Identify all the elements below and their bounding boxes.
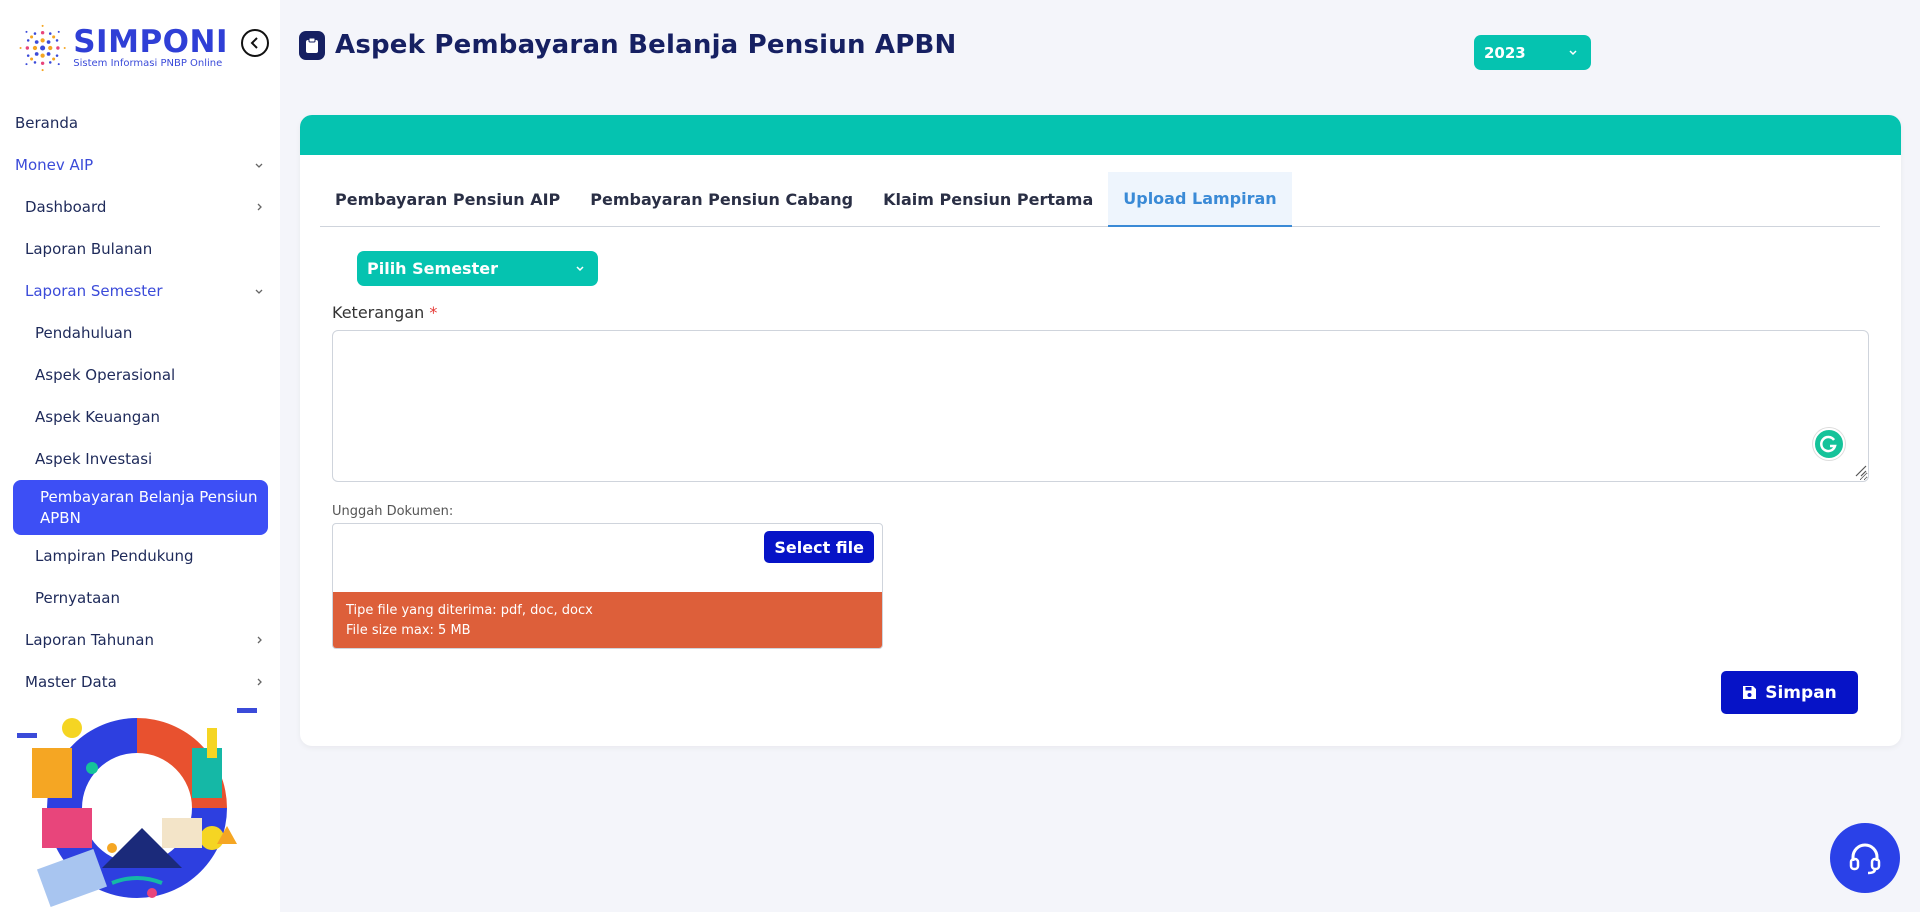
chevron-down-icon: [576, 266, 584, 272]
clipboard-icon: [299, 30, 325, 60]
chevron-down-icon: [255, 289, 263, 294]
floppy-disk-icon: [1743, 686, 1757, 699]
upload-label: Unggah Dokumen:: [332, 504, 454, 519]
tab-label: Pembayaran Pensiun Cabang: [590, 190, 854, 209]
sidebar-item-pernyataan[interactable]: Pernyataan: [0, 577, 280, 619]
help-support-button[interactable]: [1830, 823, 1900, 893]
tab-bar: Pembayaran Pensiun AIP Pembayaran Pensiu…: [320, 172, 1880, 227]
sidebar-item-lampiran-pendukung[interactable]: Lampiran Pendukung: [0, 535, 280, 577]
tab-label: Upload Lampiran: [1123, 189, 1277, 208]
file-size-text: File size max: 5 MB: [346, 623, 471, 638]
sidebar-collapse-button[interactable]: [241, 29, 269, 57]
upload-info-panel: Tipe file yang diterima: pdf, doc, docx …: [333, 592, 882, 648]
sidebar-item-laporan-semester[interactable]: Laporan Semester: [0, 270, 280, 312]
sidebar-item-label: Aspek Investasi: [35, 450, 153, 468]
semester-select[interactable]: Pilih Semester: [357, 251, 598, 286]
save-button-label: Simpan: [1765, 682, 1837, 703]
tab-label: Klaim Pensiun Pertama: [883, 190, 1094, 209]
chevron-right-icon: [257, 636, 262, 644]
keterangan-label: Keterangan *: [332, 303, 437, 322]
chevron-right-icon: [257, 203, 262, 211]
page-title: Aspek Pembayaran Belanja Pensiun APBN: [335, 30, 957, 60]
file-types-text: Tipe file yang diterima: pdf, doc, docx: [346, 603, 593, 618]
sidebar-item-label: Laporan Bulanan: [25, 240, 153, 258]
chevron-right-icon: [257, 678, 262, 686]
chevron-left-icon: [250, 37, 258, 49]
sidebar-nav: Beranda Monev AIP Dashboard Laporan Bula…: [0, 102, 280, 703]
sidebar-item-label: Laporan Semester: [25, 282, 163, 300]
page-header: Aspek Pembayaran Belanja Pensiun APBN: [299, 30, 957, 60]
sidebar-item-label: Aspek Keuangan: [35, 408, 161, 426]
sidebar-item-laporan-tahunan[interactable]: Laporan Tahunan: [0, 619, 280, 661]
tab-klaim-pensiun-pertama[interactable]: Klaim Pensiun Pertama: [868, 172, 1108, 227]
sidebar-item-label: Laporan Tahunan: [25, 631, 154, 649]
sidebar-item-label: Lampiran Pendukung: [35, 547, 194, 565]
file-upload-dropzone[interactable]: Select file Tipe file yang diterima: pdf…: [332, 523, 883, 649]
sidebar-item-label: Beranda: [15, 114, 79, 132]
sidebar-item-master-data[interactable]: Master Data: [0, 661, 280, 703]
sidebar-item-label: Pembayaran Belanja Pensiun APBN: [40, 487, 258, 527]
tab-pembayaran-pensiun-aip[interactable]: Pembayaran Pensiun AIP: [320, 172, 575, 227]
logo[interactable]: SIMPONI Sistem Informasi PNBP Online: [18, 18, 228, 78]
select-file-button[interactable]: Select file: [764, 531, 874, 563]
content-card: Pembayaran Pensiun AIP Pembayaran Pensiu…: [300, 115, 1901, 746]
grammarly-icon[interactable]: [1813, 428, 1845, 460]
sidebar-item-pendahuluan[interactable]: Pendahuluan: [0, 312, 280, 354]
sidebar-item-label: Monev AIP: [15, 156, 94, 174]
sidebar-item-aspek-keuangan[interactable]: Aspek Keuangan: [0, 396, 280, 438]
resize-grip-icon[interactable]: [1853, 463, 1867, 477]
chevron-down-icon: [1569, 50, 1577, 56]
tab-pembayaran-pensiun-cabang[interactable]: Pembayaran Pensiun Cabang: [575, 172, 868, 227]
tab-upload-lampiran[interactable]: Upload Lampiran: [1108, 172, 1292, 227]
sidebar-item-label: Master Data: [25, 673, 117, 691]
logo-title: SIMPONI: [73, 24, 228, 60]
sidebar-item-aspek-operasional[interactable]: Aspek Operasional: [0, 354, 280, 396]
sidebar-item-pembayaran-belanja-pensiun-apbn[interactable]: Pembayaran Belanja Pensiun APBN: [13, 480, 268, 535]
tab-label: Pembayaran Pensiun AIP: [335, 190, 561, 209]
sidebar-item-monev-aip[interactable]: Monev AIP: [0, 144, 280, 186]
sidebar-item-aspek-investasi[interactable]: Aspek Investasi: [0, 438, 280, 480]
sidebar-item-label: Pendahuluan: [35, 324, 133, 342]
sidebar-item-label: Dashboard: [25, 198, 107, 216]
required-mark: *: [429, 303, 438, 322]
year-select-value: 2023: [1484, 43, 1526, 62]
card-header-bar: [300, 115, 1901, 155]
sidebar-item-label: Aspek Operasional: [35, 366, 176, 384]
simponi-logo-icon: [19, 24, 66, 72]
sidebar-item-laporan-bulanan[interactable]: Laporan Bulanan: [0, 228, 280, 270]
sidebar-item-label: Pernyataan: [35, 589, 120, 607]
keterangan-label-text: Keterangan: [332, 303, 425, 322]
logo-subtitle: Sistem Informasi PNBP Online: [73, 58, 223, 69]
year-select[interactable]: 2023: [1474, 35, 1591, 70]
keterangan-textarea[interactable]: [332, 330, 1869, 482]
headset-icon: [1849, 843, 1881, 875]
sidebar-item-dashboard[interactable]: Dashboard: [0, 186, 280, 228]
semester-select-value: Pilih Semester: [367, 259, 498, 278]
chevron-down-icon: [255, 163, 263, 168]
sidebar: SIMPONI Sistem Informasi PNBP Online Ber…: [0, 0, 280, 912]
sidebar-illustration: [12, 708, 262, 908]
save-button[interactable]: Simpan: [1721, 671, 1858, 714]
sidebar-item-beranda[interactable]: Beranda: [0, 102, 280, 144]
